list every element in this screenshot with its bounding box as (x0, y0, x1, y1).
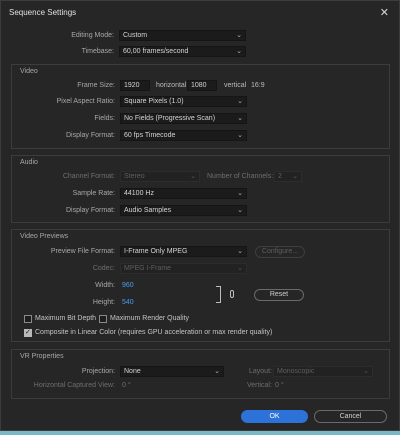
num-channels-value: 2 (278, 173, 282, 180)
codec-label: Codec: (92, 265, 115, 272)
preview-format-label: Preview File Format: (50, 248, 115, 255)
video-previews-section-title: Video Previews (20, 233, 69, 240)
frame-width-field[interactable]: 1920 (120, 80, 150, 91)
audio-display-format-value: Audio Samples (124, 207, 172, 214)
preview-format-dropdown[interactable]: I-Frame Only MPEG ⌄ (120, 246, 247, 257)
link-icon[interactable] (230, 290, 234, 298)
layout-label: Layout: (249, 368, 272, 375)
chevron-down-icon: ⌄ (237, 265, 243, 272)
sample-rate-dropdown[interactable]: 44100 Hz ⌄ (120, 188, 247, 199)
sample-rate-value: 44100 Hz (124, 190, 154, 197)
audio-display-format-dropdown[interactable]: Audio Samples ⌄ (120, 205, 247, 216)
cancel-button[interactable]: Cancel (314, 410, 387, 423)
pixel-aspect-ratio-value: Square Pixels (1.0) (124, 98, 184, 105)
video-panel: Video Frame Size: 1920 horizontal 1080 v… (11, 64, 390, 149)
video-display-format-dropdown[interactable]: 60 fps Timecode ⌄ (120, 130, 247, 141)
max-render-quality-label: Maximum Render Quality (110, 315, 189, 322)
horizontal-captured-view-value[interactable]: 0 ° (122, 382, 131, 389)
chevron-down-icon: ⌄ (292, 173, 298, 180)
codec-dropdown[interactable]: MPEG I-Frame ⌄ (120, 263, 247, 274)
channel-format-dropdown[interactable]: Stereo ⌄ (120, 171, 200, 182)
video-display-format-label: Display Format: (65, 132, 115, 139)
chevron-down-icon: ⌄ (214, 368, 220, 375)
fields-dropdown[interactable]: No Fields (Progressive Scan) ⌄ (120, 113, 247, 124)
vr-vertical-value[interactable]: 0 ° (275, 382, 284, 389)
title-bar[interactable]: Sequence Settings ✕ (1, 1, 399, 25)
num-channels-label: Number of Channels: (207, 173, 274, 180)
vr-section-title: VR Properties (20, 353, 64, 360)
linear-color-label: Composite in Linear Color (requires GPU … (35, 329, 273, 336)
layout-value: Monoscopic (277, 368, 315, 375)
video-display-format-value: 60 fps Timecode (124, 132, 176, 139)
audio-panel: Audio Channel Format: Stereo ⌄ Number of… (11, 155, 390, 223)
num-channels-dropdown[interactable]: 2 ⌄ (274, 171, 302, 182)
width-label: Width: (95, 282, 115, 289)
timebase-label: Timebase: (81, 48, 114, 55)
chevron-down-icon: ⌄ (237, 207, 243, 214)
chevron-down-icon: ⌄ (190, 173, 196, 180)
max-render-quality-checkbox[interactable] (99, 315, 107, 323)
chevron-down-icon: ⌄ (237, 248, 243, 255)
height-label: Height: (92, 299, 115, 306)
preview-format-value: I-Frame Only MPEG (124, 248, 188, 255)
vertical-label: vertical (224, 82, 247, 89)
aspect-ratio-text: 16:9 (251, 82, 265, 89)
max-bit-depth-label: Maximum Bit Depth (35, 315, 97, 322)
fields-value: No Fields (Progressive Scan) (124, 115, 216, 122)
projection-dropdown[interactable]: None ⌄ (120, 366, 224, 377)
editing-mode-label: Editing Mode: (71, 32, 114, 39)
chevron-down-icon: ⌄ (236, 48, 242, 55)
ok-button[interactable]: OK (241, 410, 308, 423)
layout-dropdown[interactable]: Monoscopic ⌄ (273, 366, 373, 377)
editing-mode-dropdown[interactable]: Custom ⌄ (119, 30, 246, 41)
sequence-settings-dialog: Sequence Settings ✕ Editing Mode: Custom… (0, 0, 400, 431)
dialog-title: Sequence Settings (9, 8, 77, 17)
timebase-dropdown[interactable]: 60,00 frames/second ⌄ (119, 46, 246, 57)
chevron-down-icon: ⌄ (236, 32, 242, 39)
horizontal-label: horizontal (156, 82, 187, 89)
linear-color-checkbox[interactable] (24, 328, 32, 337)
close-icon[interactable]: ✕ (380, 6, 389, 19)
fields-label: Fields: (94, 115, 115, 122)
frame-height-field[interactable]: 1080 (187, 80, 217, 91)
sample-rate-label: Sample Rate: (72, 190, 115, 197)
audio-section-title: Audio (20, 159, 38, 166)
height-value[interactable]: 540 (122, 299, 134, 306)
chevron-down-icon: ⌄ (363, 368, 369, 375)
audio-display-format-label: Display Format: (65, 207, 115, 214)
chevron-down-icon: ⌄ (237, 190, 243, 197)
codec-value: MPEG I-Frame (124, 265, 172, 272)
video-section-title: Video (20, 68, 38, 75)
horizontal-captured-view-label: Horizontal Captured View: (33, 382, 115, 389)
frame-size-label: Frame Size: (77, 82, 115, 89)
channel-format-label: Channel Format: (62, 173, 115, 180)
vr-properties-panel: VR Properties Projection: None ⌄ Layout:… (11, 349, 390, 399)
projection-label: Projection: (81, 368, 115, 375)
projection-value: None (124, 368, 141, 375)
width-value[interactable]: 960 (122, 282, 134, 289)
video-previews-panel: Video Previews Preview File Format: I-Fr… (11, 229, 390, 342)
channel-format-value: Stereo (124, 173, 145, 180)
dimension-link-bracket (216, 286, 221, 303)
background-strip-bottom (0, 431, 400, 435)
pixel-aspect-ratio-label: Pixel Aspect Ratio: (56, 98, 115, 105)
max-bit-depth-checkbox[interactable] (24, 315, 32, 323)
editing-mode-value: Custom (123, 32, 148, 39)
pixel-aspect-ratio-dropdown[interactable]: Square Pixels (1.0) ⌄ (120, 96, 247, 107)
chevron-down-icon: ⌄ (237, 98, 243, 105)
chevron-down-icon: ⌄ (237, 115, 243, 122)
reset-button[interactable]: Reset (254, 289, 304, 301)
vr-vertical-label: Vertical: (247, 382, 272, 389)
configure-button[interactable]: Configure... (255, 246, 305, 258)
chevron-down-icon: ⌄ (237, 132, 243, 139)
timebase-value: 60,00 frames/second (123, 48, 189, 55)
